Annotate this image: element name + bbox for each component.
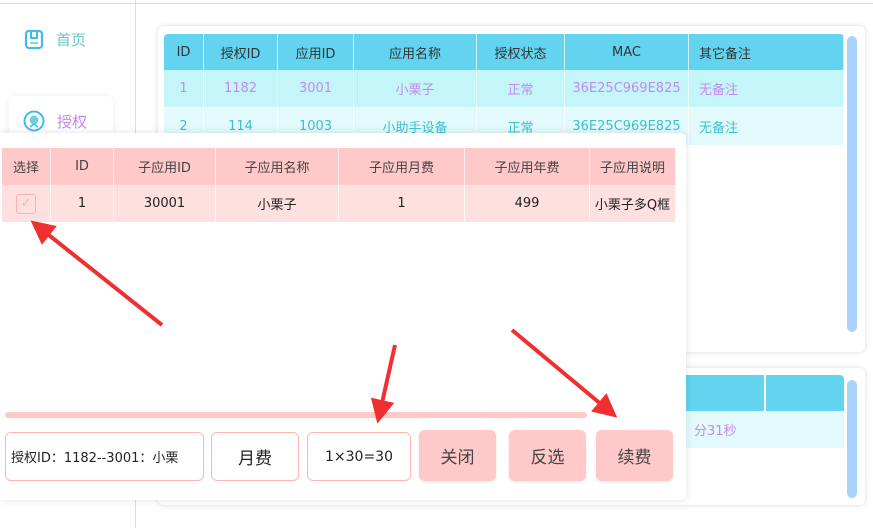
- annotation-arrows: [30, 220, 618, 424]
- arrow-to-checkbox: [30, 220, 164, 327]
- arrow-to-calc-field: [370, 344, 397, 424]
- arrow-to-renew-button: [510, 328, 618, 418]
